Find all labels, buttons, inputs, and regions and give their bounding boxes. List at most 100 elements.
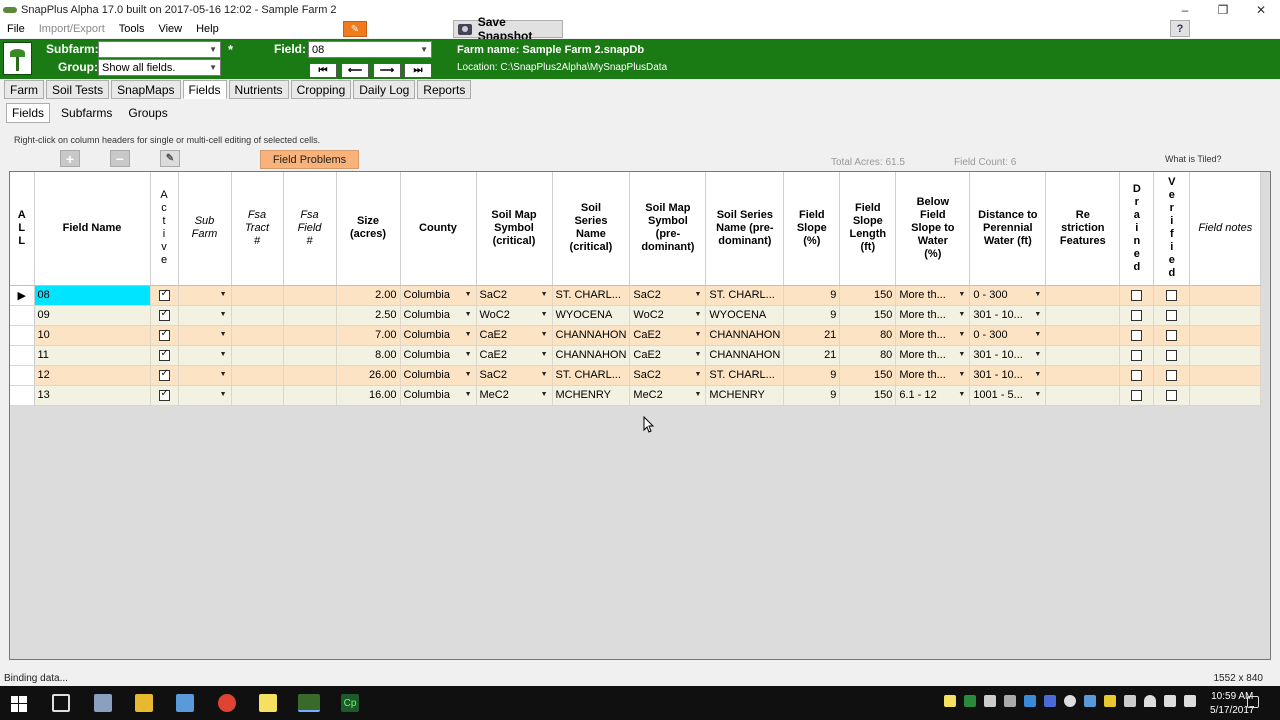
field-name-cell[interactable]: 11: [34, 345, 151, 366]
sms-predominant-cell[interactable]: SaC2 ▼: [629, 285, 707, 306]
menu-view[interactable]: View: [151, 23, 189, 35]
field-select[interactable]: 08 ▼: [308, 41, 432, 58]
active-checkbox[interactable]: [150, 385, 179, 406]
below-slope-cell[interactable]: More th... ▼: [895, 345, 971, 366]
sms-predominant-cell[interactable]: CaE2 ▼: [629, 325, 707, 346]
fsa-tract-cell[interactable]: [231, 345, 284, 366]
last-record-button[interactable]: ⏭: [404, 63, 432, 78]
restriction-cell[interactable]: [1045, 365, 1121, 386]
ss-critical-cell[interactable]: CHANNAHON: [552, 325, 631, 346]
verified-checkbox[interactable]: [1153, 325, 1191, 346]
fsa-field-cell[interactable]: [283, 385, 337, 406]
sms-critical-cell[interactable]: SaC2 ▼: [476, 285, 553, 306]
field-notes-cell[interactable]: [1189, 305, 1262, 326]
wifi-icon[interactable]: [1144, 695, 1156, 707]
drained-checkbox[interactable]: [1119, 365, 1155, 386]
tab-daily-log[interactable]: Daily Log: [353, 80, 416, 99]
ss-predominant-cell[interactable]: CHANNAHON: [705, 325, 785, 346]
fsa-field-cell[interactable]: [283, 325, 337, 346]
col-field-name[interactable]: Field Name: [34, 172, 151, 286]
ss-predominant-cell[interactable]: WYOCENA: [705, 305, 785, 326]
table-row[interactable]: 09 ▼ 2.50 Columbia▼ WoC2▼ WYOCENA WoC2▼ …: [10, 305, 1262, 326]
field-name-cell[interactable]: 10: [34, 325, 151, 346]
fsa-field-cell[interactable]: [283, 285, 337, 306]
sms-predominant-cell[interactable]: SaC2 ▼: [629, 365, 707, 386]
fsa-field-cell[interactable]: [283, 305, 337, 326]
close-button[interactable]: ✕: [1242, 0, 1280, 20]
tab-reports[interactable]: Reports: [417, 80, 472, 99]
ss-critical-cell[interactable]: WYOCENA: [552, 305, 631, 326]
field-name-cell[interactable]: 08: [34, 285, 151, 306]
file-explorer-icon[interactable]: [135, 694, 153, 712]
slope-cell[interactable]: 21: [783, 325, 841, 346]
drained-checkbox[interactable]: [1119, 305, 1155, 326]
restriction-cell[interactable]: [1045, 345, 1121, 366]
size-cell[interactable]: 8.00: [336, 345, 401, 366]
battery-icon[interactable]: [1124, 695, 1136, 707]
slope-cell[interactable]: 9: [783, 305, 841, 326]
task-view-icon[interactable]: [52, 694, 70, 712]
col-drained[interactable]: D r a i n e d: [1119, 172, 1155, 286]
slope-length-cell[interactable]: 80: [839, 325, 897, 346]
table-row[interactable]: 11 ▼ 8.00 Columbia ▼ CaE2 ▼ CHANNAHON CaE2…: [10, 345, 1262, 366]
save-snapshot-button[interactable]: Save Snapshot: [453, 15, 563, 43]
verified-checkbox[interactable]: [1153, 285, 1191, 306]
col-soil-series-predominant[interactable]: Soil Series Name (pre- dominant): [705, 172, 785, 286]
distance-cell[interactable]: 301 - 10... ▼: [969, 365, 1047, 386]
col-field-slope-length[interactable]: Field Slope Length (ft): [839, 172, 897, 286]
tab-fields[interactable]: Fields: [182, 80, 227, 99]
ss-predominant-cell[interactable]: ST. CHARL...: [705, 285, 785, 306]
col-county[interactable]: County: [400, 172, 477, 286]
fsa-field-cell[interactable]: [283, 365, 337, 386]
previous-record-button[interactable]: ⟵: [341, 63, 369, 78]
tab-cropping[interactable]: Cropping: [290, 80, 352, 99]
below-slope-cell[interactable]: More th... ▼: [895, 305, 971, 326]
sms-critical-cell[interactable]: MeC2 ▼: [476, 385, 553, 406]
onedrive-icon[interactable]: [1064, 695, 1076, 707]
sms-critical-cell[interactable]: SaC2 ▼: [476, 365, 553, 386]
menu-tools[interactable]: Tools: [112, 23, 152, 35]
col-verified[interactable]: V e r i f i e d: [1153, 172, 1191, 286]
ss-critical-cell[interactable]: MCHENRY: [552, 385, 631, 406]
county-cell[interactable]: Columbia ▼: [400, 385, 477, 406]
sms-critical-cell[interactable]: CaE2 ▼: [476, 345, 553, 366]
what-is-tiled-link[interactable]: What is Tiled?: [1165, 154, 1222, 164]
col-sub-farm[interactable]: Sub Farm: [178, 172, 232, 286]
sms-critical-cell[interactable]: CaE2 ▼: [476, 325, 553, 346]
subfarm-cell[interactable]: ▼: [178, 365, 232, 386]
add-field-button[interactable]: +: [60, 150, 80, 167]
col-soil-series-critical[interactable]: Soil Series Name (critical): [552, 172, 631, 286]
slope-cell[interactable]: 21: [783, 345, 841, 366]
fsa-tract-cell[interactable]: [231, 385, 284, 406]
col-restriction-features[interactable]: Re striction Features: [1045, 172, 1121, 286]
slope-length-cell[interactable]: 150: [839, 365, 897, 386]
fsa-tract-cell[interactable]: [231, 285, 284, 306]
tab-snapmaps[interactable]: SnapMaps: [111, 80, 181, 99]
slope-length-cell[interactable]: 80: [839, 345, 897, 366]
col-all[interactable]: A L L: [10, 172, 35, 286]
tray-monitor-icon[interactable]: [1084, 695, 1096, 707]
distance-cell[interactable]: 1001 - 5... ▼: [969, 385, 1047, 406]
bluetooth-icon[interactable]: [1044, 695, 1056, 707]
active-checkbox[interactable]: [150, 325, 179, 346]
restriction-cell[interactable]: [1045, 305, 1121, 326]
next-record-button[interactable]: ⟶: [373, 63, 401, 78]
help-button[interactable]: ?: [1170, 20, 1190, 37]
menu-file[interactable]: File: [0, 23, 32, 35]
verified-checkbox[interactable]: [1153, 385, 1191, 406]
active-checkbox[interactable]: [150, 365, 179, 386]
drained-checkbox[interactable]: [1119, 385, 1155, 406]
distance-cell[interactable]: 301 - 10... ▼: [969, 345, 1047, 366]
tray-app-icon[interactable]: [964, 695, 976, 707]
restriction-cell[interactable]: [1045, 385, 1121, 406]
ss-predominant-cell[interactable]: CHANNAHON: [705, 345, 785, 366]
restriction-cell[interactable]: [1045, 325, 1121, 346]
table-row[interactable]: 13 ▼ 16.00 Columbia ▼ MeC2 ▼ MCHENRY MeC2 ▼…: [10, 385, 1262, 406]
group-select[interactable]: Show all fields. ▼: [98, 59, 221, 76]
subtab-groups[interactable]: Groups: [123, 103, 172, 123]
fsa-field-cell[interactable]: [283, 345, 337, 366]
menu-help[interactable]: Help: [189, 23, 226, 35]
security-shield-icon[interactable]: [1104, 695, 1116, 707]
sms-critical-cell[interactable]: WoC2 ▼: [476, 305, 553, 326]
language-icon[interactable]: [1184, 695, 1196, 707]
